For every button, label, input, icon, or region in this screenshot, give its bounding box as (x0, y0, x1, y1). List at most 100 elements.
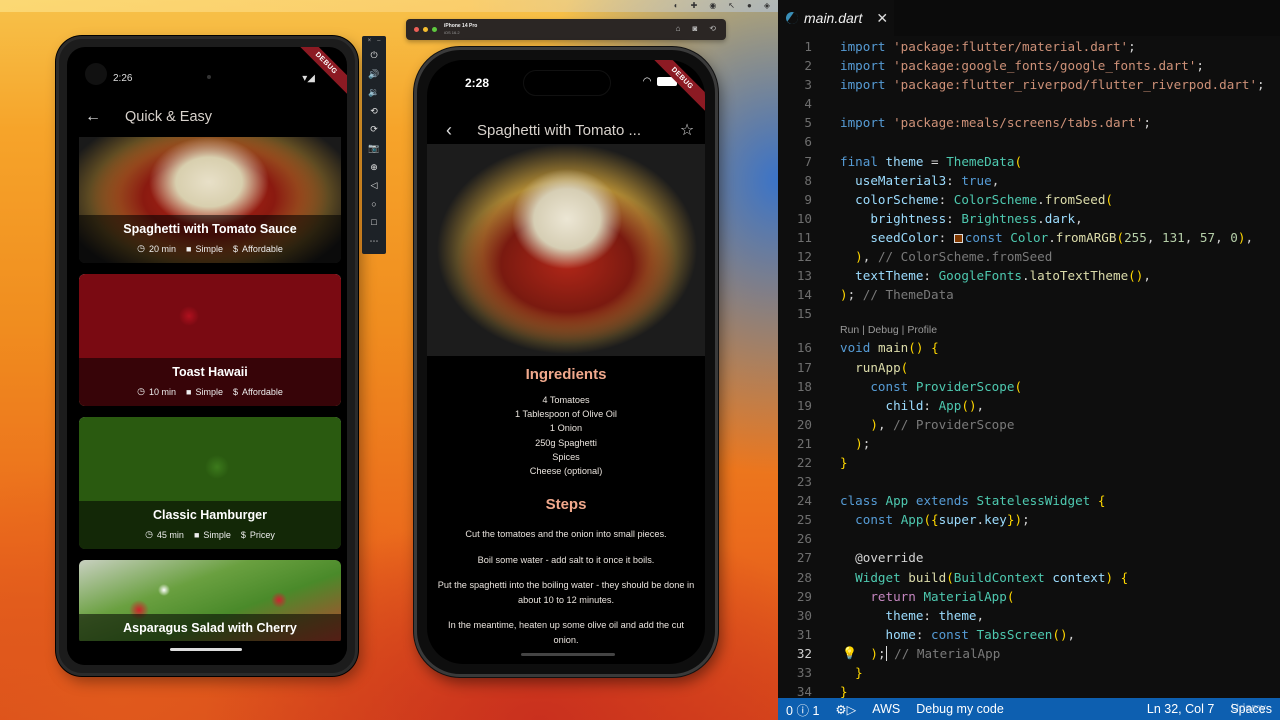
code-line[interactable]: 28 Widget build(BuildContext context) { (778, 568, 1280, 587)
close-button[interactable] (414, 27, 419, 32)
meal-card[interactable]: Toast Hawaii ◷ 10 min ■ Simple $ Affordable (79, 274, 341, 406)
code-line[interactable]: 31 home: const TabsScreen(), (778, 625, 1280, 644)
camera-icon[interactable]: 📷 (362, 139, 386, 158)
aws-indicator[interactable]: AWS (864, 702, 908, 716)
code-line[interactable]: 13 textTheme: GoogleFonts.latoTextTheme(… (778, 266, 1280, 285)
code-line[interactable]: 15 (778, 304, 1280, 323)
record-icon[interactable]: ● (747, 1, 752, 10)
step-item: Put the spaghetti into the boiling water… (437, 580, 695, 605)
home-icon[interactable]: ○ (362, 195, 386, 214)
code-line[interactable]: 3 import 'package:flutter_riverpod/flutte… (778, 75, 1280, 94)
code-line[interactable]: 11 seedColor: const Color.fromARGB(255, … (778, 228, 1280, 247)
minimize-icon[interactable]: – (377, 38, 380, 46)
code-line[interactable]: 5 import 'package:meals/screens/tabs.dart… (778, 113, 1280, 132)
minimize-button[interactable] (423, 27, 428, 32)
ingredient-item: 250g Spaghetti (535, 437, 597, 448)
meal-duration: 45 min (156, 529, 184, 540)
screenshot-icon[interactable]: ◙ (692, 24, 697, 33)
back-arrow-icon[interactable]: ← (71, 108, 115, 126)
step-item: Boil some water - add salt to it once it… (477, 554, 655, 565)
code-line[interactable]: 27 @override (778, 548, 1280, 567)
cursor-position[interactable]: Ln 32, Col 7 (1139, 702, 1222, 716)
code-line[interactable]: 30 theme: theme, (778, 606, 1280, 625)
volume-up-icon[interactable]: 🔊 (362, 65, 386, 84)
more-icon[interactable]: ⋯ (362, 232, 386, 251)
code-line[interactable]: 32 💡 ); // MaterialApp (778, 644, 1280, 663)
debug-run-icon[interactable]: ⚙▷ (827, 702, 864, 717)
rotate-left-icon[interactable]: ⟲ (362, 102, 386, 121)
code-line[interactable]: 25 const App({super.key}); (778, 510, 1280, 529)
code-line[interactable]: 1 import 'package:flutter/material.dart'; (778, 37, 1280, 56)
code-line[interactable]: 14); // ThemeData (778, 285, 1280, 304)
code-line[interactable]: 10 brightness: Brightness.dark, (778, 209, 1280, 228)
cursor-icon[interactable]: ↖ (728, 1, 735, 10)
code-line[interactable]: 18 const ProviderScope( (778, 377, 1280, 396)
line-number: 13 (796, 268, 812, 284)
code-line[interactable]: 29 return MaterialApp( (778, 587, 1280, 606)
meal-title: Toast Hawaii (172, 365, 248, 379)
status-bar: 0 ⓘ 1 ⚙▷ AWS Debug my code Ln 32, Col 7 … (778, 698, 1280, 720)
code-text: return MaterialApp( (870, 588, 1015, 604)
line-number: 26 (796, 531, 812, 547)
problems-indicator[interactable]: 0 ⓘ 1 (778, 700, 827, 719)
ingredient-item: Spices (552, 451, 580, 462)
meal-card[interactable]: Spaghetti with Tomato Sauce ◷ 20 min ■ Sim… (79, 137, 341, 263)
iphone-simulator: 2:28 ◠ DEBUG ‹ Spaghetti with Tomato ...… (414, 47, 718, 677)
problems-count: 0 (786, 703, 793, 718)
zoom-button[interactable] (432, 27, 437, 32)
power-icon[interactable]: ⏻ (362, 46, 386, 65)
meal-list: Spaghetti with Tomato Sauce ◷ 20 min ■ Sim… (79, 137, 341, 655)
meal-card[interactable]: Classic Hamburger ◷ 45 min ■ Simple $ Price… (79, 417, 341, 549)
code-line[interactable]: 33 } (778, 663, 1280, 682)
close-icon[interactable]: × (368, 38, 372, 46)
home-icon[interactable]: ⌂ (676, 24, 681, 33)
code-line[interactable]: 17 runApp( (778, 358, 1280, 377)
code-line[interactable]: 19 child: App(), (778, 396, 1280, 415)
code-line[interactable]: 20 ), // ProviderScope (778, 415, 1280, 434)
code-text: ); (855, 435, 871, 451)
code-line[interactable]: 7 final theme = ThemeData( (778, 152, 1280, 171)
codelens-run-debug-profile[interactable]: Run | Debug | Profile (778, 323, 1280, 338)
rewind-icon[interactable]: ◉ (709, 1, 716, 10)
code-line[interactable]: 12 ), // ColorScheme.fromSeed (778, 247, 1280, 266)
line-number: 2 (804, 58, 812, 74)
close-icon[interactable]: ✕ (876, 10, 888, 27)
code-line[interactable]: 2 import 'package:google_fonts/google_fon… (778, 56, 1280, 75)
meal-card[interactable]: Asparagus Salad with Cherry (79, 560, 341, 644)
code-line[interactable]: 8 useMaterial3: true, (778, 171, 1280, 190)
app-bar: ‹ Spaghetti with Tomato ... ☆ (427, 112, 705, 148)
gesture-handle[interactable] (170, 648, 242, 651)
code-line[interactable]: 23 (778, 472, 1280, 491)
code-text: @override (855, 550, 924, 566)
back-chevron-icon[interactable]: ‹ (431, 120, 467, 141)
back-icon[interactable]: ◁ (362, 176, 386, 195)
code-area[interactable]: 1 import 'package:flutter/material.dart';… (778, 37, 1280, 701)
code-line[interactable]: 4 (778, 94, 1280, 113)
volume-down-icon[interactable]: 🔉 (362, 83, 386, 102)
extension-icon[interactable]: ✚ (691, 1, 698, 10)
rotate-right-icon[interactable]: ⟳ (362, 120, 386, 139)
zoom-icon[interactable]: ⊕ (362, 158, 386, 177)
code-line[interactable]: 9 colorScheme: ColorScheme.fromSeed( (778, 190, 1280, 209)
color-swatch[interactable] (953, 233, 963, 243)
line-number: 5 (804, 115, 812, 131)
code-line[interactable]: 16 void main() { (778, 338, 1280, 357)
rotate-icon[interactable]: ⟲ (709, 24, 716, 33)
overview-icon[interactable]: □ (362, 213, 386, 232)
info-icon: ⓘ (796, 703, 809, 718)
star-favorite-icon[interactable]: ☆ (669, 120, 705, 140)
home-indicator[interactable] (521, 653, 615, 656)
dynamic-island (523, 70, 611, 96)
code-line[interactable]: 24 class App extends StatelessWidget { (778, 491, 1280, 510)
code-line[interactable]: 22} (778, 453, 1280, 472)
dart-file-icon (786, 12, 798, 24)
code-line[interactable]: 21 ); (778, 434, 1280, 453)
line-number: 18 (796, 378, 812, 394)
steps-heading: Steps (545, 496, 587, 514)
shield-icon[interactable]: ◈ (764, 1, 770, 10)
code-line[interactable]: 26 (778, 529, 1280, 548)
editor-tab[interactable]: main.dart ✕ (778, 0, 894, 36)
debug-my-code[interactable]: Debug my code (908, 702, 1012, 716)
code-line[interactable]: 6 (778, 132, 1280, 151)
headphones-icon[interactable]: ◐ (674, 1, 679, 10)
